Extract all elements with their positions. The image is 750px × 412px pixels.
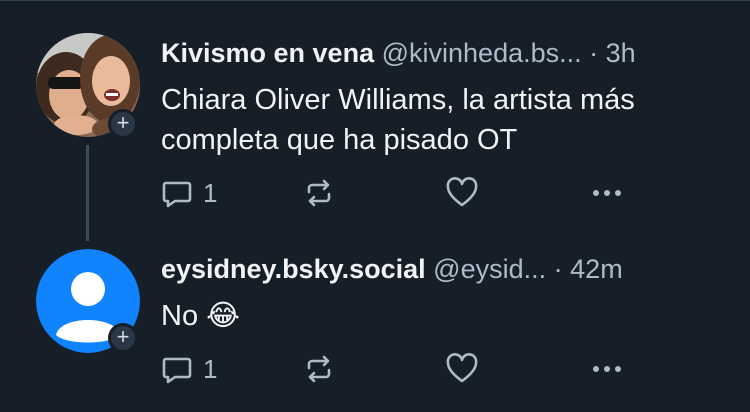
follow-plus-icon[interactable]: + — [108, 323, 138, 353]
more-options-icon — [593, 366, 621, 372]
post-header: Kivismo en vena @kivinheda.bs... · 3h — [161, 36, 636, 70]
post-text-line: Chiara Oliver Williams, la artista más — [161, 84, 635, 116]
repost-button[interactable] — [303, 175, 335, 211]
reply-icon — [162, 357, 192, 384]
reply-icon — [162, 181, 192, 208]
reply-count: 1 — [203, 353, 218, 384]
reply-button[interactable]: 1 — [161, 175, 217, 211]
post-text: No 😂 — [161, 296, 240, 336]
post-actions: 1 — [161, 175, 641, 211]
author-name[interactable]: Kivismo en vena — [161, 38, 374, 68]
like-button[interactable] — [445, 175, 479, 211]
separator-dot: · — [553, 254, 563, 284]
follow-plus-icon[interactable]: + — [108, 109, 138, 139]
repost-button[interactable] — [303, 351, 335, 387]
like-icon — [446, 177, 478, 207]
more-options-button[interactable] — [587, 351, 627, 387]
repost-icon — [307, 355, 331, 383]
more-options-icon — [593, 190, 621, 196]
post-time[interactable]: 3h — [606, 38, 636, 68]
like-icon — [446, 353, 478, 383]
post-text: Chiara Oliver Williams, la artista más c… — [161, 80, 635, 160]
author-name[interactable]: eysidney.bsky.social — [161, 254, 426, 284]
author-handle[interactable]: @eysid... — [433, 254, 546, 284]
post-kivismo[interactable]: + Kivismo en vena @kivinheda.bs... · 3h … — [0, 8, 750, 241]
reply-button[interactable]: 1 — [161, 351, 217, 387]
top-divider — [0, 0, 750, 8]
thread-connector-line — [86, 145, 89, 241]
post-time[interactable]: 42m — [570, 254, 623, 284]
separator-dot: · — [589, 38, 599, 68]
repost-icon — [307, 179, 331, 207]
post-text-line: No 😂 — [161, 300, 241, 332]
author-handle[interactable]: @kivinheda.bs... — [382, 38, 582, 68]
post-header: eysidney.bsky.social @eysid... · 42m — [161, 252, 623, 286]
reply-count: 1 — [203, 177, 218, 208]
like-button[interactable] — [445, 351, 479, 387]
post-eysidney[interactable]: + eysidney.bsky.social @eysid... · 42m N… — [0, 240, 750, 412]
post-text-line: completa que ha pisado OT — [161, 124, 518, 156]
post-actions: 1 — [161, 351, 641, 387]
more-options-button[interactable] — [587, 175, 627, 211]
